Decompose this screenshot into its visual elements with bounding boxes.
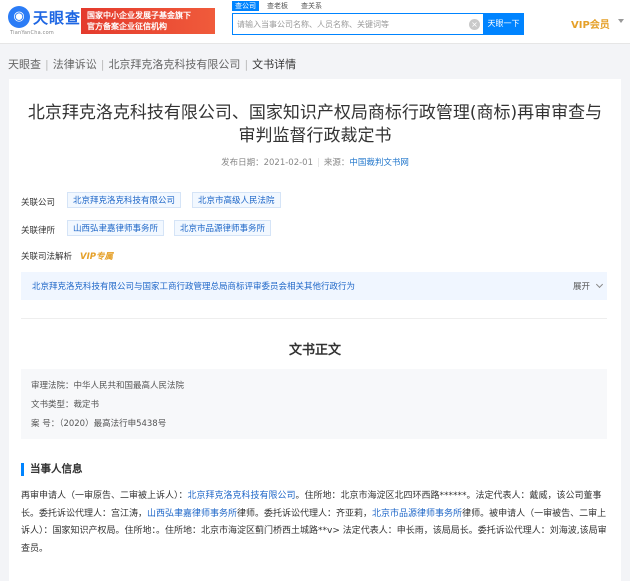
breadcrumb-current: 文书详情 — [252, 58, 297, 71]
search-input[interactable] — [237, 18, 465, 31]
vip-member-link[interactable]: VIP会员 — [571, 16, 610, 31]
related-company-label: 关联公司 — [21, 198, 56, 208]
case-number-row: 案 号：（2020）最高法行申5438号 — [31, 419, 167, 429]
clear-circle-icon[interactable]: × — [469, 19, 480, 30]
parties-section-title: 当事人信息 — [21, 463, 83, 476]
document-title-line1: 北京拜克洛克科技有限公司、国家知识产权局商标行政管理(商标)再审审查与 — [27, 103, 603, 123]
case-info-box: 审理法院：中华人民共和国最高人民法院 文书类型：裁定书 案 号：（2020）最高… — [21, 369, 607, 439]
document-card: 北京拜克洛克科技有限公司、国家知识产权局商标行政管理(商标)再审审查与 审判监督… — [9, 79, 621, 581]
caret-down-icon[interactable] — [618, 19, 624, 23]
logo-url: TianYanCha.com — [10, 30, 54, 36]
parties-paragraph: 再审申请人（一审原告、二审被上诉人）：北京拜克洛克科技有限公司。住所地：北京市海… — [21, 488, 613, 558]
banner-line2: 官方备案企业征信机构 — [87, 22, 167, 31]
breadcrumb-separator: | — [244, 57, 249, 71]
related-lawfirm-tag[interactable]: 山西弘聿嘉律师事务所 — [67, 220, 165, 236]
related-lawfirm-tag[interactable]: 北京市品源律师事务所 — [174, 220, 272, 236]
lawfirm-link[interactable]: 北京市品源律师事务所 — [372, 509, 462, 519]
related-analysis-label: 关联司法解析 — [21, 252, 73, 262]
body-section-title: 文书正文 — [288, 343, 341, 358]
divider — [21, 318, 607, 319]
breadcrumb-separator: | — [100, 57, 105, 71]
related-company-tag[interactable]: 北京拜克洛克科技有限公司 — [67, 192, 182, 208]
top-header: ◉ 天眼查 TianYanCha.com 国家中小企业发展子基金旗下 官方备案企… — [0, 0, 630, 44]
promo-banner[interactable]: 国家中小企业发展子基金旗下 官方备案企业征信机构 — [81, 8, 215, 34]
breadcrumb-separator: | — [45, 57, 49, 71]
tab-boss[interactable]: 查老板 — [264, 1, 291, 11]
breadcrumb-lawsuit[interactable]: 法律诉讼 — [53, 58, 97, 71]
breadcrumb-home[interactable]: 天眼查 — [8, 58, 41, 71]
source-link[interactable]: 中国裁判文书网 — [349, 158, 409, 168]
logo-name: 天眼查 — [33, 9, 82, 27]
vip-exclusive-badge: VIP专属 — [80, 252, 113, 262]
tab-company[interactable]: 查公司 — [232, 1, 259, 11]
lawfirm-link[interactable]: 山西弘聿嘉律师事务所 — [147, 509, 237, 519]
para-text: 再审申请人（一审原告、二审被上诉人）： — [21, 491, 188, 501]
logo[interactable]: ◉ 天眼查 TianYanCha.com — [8, 5, 80, 39]
para-text: 律师。委托诉讼代理人：齐亚莉， — [237, 508, 373, 519]
publish-label: 发布日期： — [221, 158, 264, 168]
breadcrumb: 天眼查 | 法律诉讼 | 北京拜克洛克科技有限公司 | 文书详情 — [8, 56, 297, 72]
analysis-panel: 北京拜克洛克科技有限公司与国家工商行政管理总局商标评审委员会相关其他行政行为 展… — [21, 272, 607, 300]
search-button[interactable]: 天眼一下 — [483, 14, 524, 34]
expand-button[interactable]: 展开 — [573, 280, 590, 292]
logo-eye-icon: ◉ — [8, 6, 30, 28]
analysis-link[interactable]: 北京拜克洛克科技有限公司与国家工商行政管理总局商标评审委员会相关其他行政行为 — [32, 280, 355, 292]
document-meta: 发布日期：2021-02-01 | 来源：中国裁判文书网 — [9, 156, 621, 168]
document-title-line2: 审判监督行政裁定书 — [238, 126, 392, 146]
meta-separator: | — [317, 158, 320, 168]
related-company-tag[interactable]: 北京市高级人民法院 — [192, 192, 281, 208]
court-row: 审理法院：中华人民共和国最高人民法院 — [31, 381, 185, 391]
search-box: × 天眼一下 — [232, 13, 524, 35]
source-label: 来源： — [323, 158, 350, 168]
breadcrumb-company[interactable]: 北京拜克洛克科技有限公司 — [108, 58, 240, 71]
tab-relation[interactable]: 查关系 — [298, 1, 325, 11]
banner-line1: 国家中小企业发展子基金旗下 — [87, 11, 191, 20]
related-lawfirm-label: 关联律所 — [21, 226, 56, 236]
doc-type-row: 文书类型：裁定书 — [31, 400, 100, 410]
publish-date: 2021-02-01 — [263, 158, 313, 168]
chevron-down-icon[interactable] — [595, 280, 604, 289]
party-company-link[interactable]: 北京拜克洛克科技有限公司 — [188, 491, 296, 501]
document-title: 北京拜克洛克科技有限公司、国家知识产权局商标行政管理(商标)再审审查与 审判监督… — [9, 102, 621, 148]
